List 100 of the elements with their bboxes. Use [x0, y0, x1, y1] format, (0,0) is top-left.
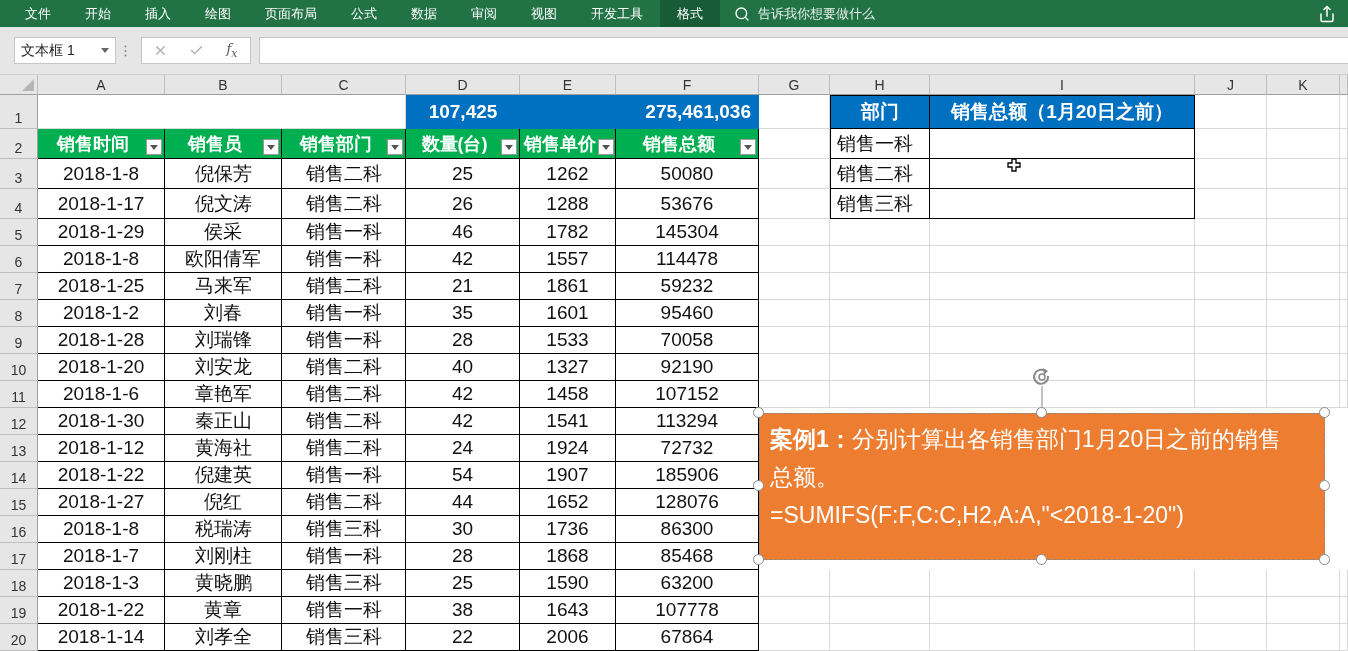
row-number[interactable]: 14 — [0, 462, 38, 489]
table-cell: 59232 — [616, 273, 759, 300]
filter-dropdown-button[interactable] — [387, 139, 403, 155]
filter-dropdown-button[interactable] — [501, 139, 517, 155]
quantity-total: 107,425 — [427, 100, 499, 123]
row-number[interactable]: 8 — [0, 300, 38, 327]
table-cell: 24 — [406, 435, 520, 462]
table-cell: 1262 — [520, 159, 616, 189]
resize-handle-icon[interactable] — [753, 407, 764, 418]
resize-handle-icon[interactable] — [1319, 554, 1330, 565]
table-cell: 销售二科 — [282, 159, 406, 189]
table-cell: 刘安龙 — [165, 354, 282, 381]
column-letter[interactable]: J — [1195, 75, 1267, 95]
ribbon-tab[interactable]: 数据 — [394, 0, 454, 27]
share-icon[interactable] — [1318, 4, 1336, 23]
table-cell: 2018-1-29 — [38, 219, 165, 246]
ribbon-tab[interactable]: 绘图 — [188, 0, 248, 27]
tell-me-field[interactable]: 告诉我你想要做什么 — [756, 5, 896, 22]
table-cell: 销售三科 — [282, 516, 406, 543]
column-letter[interactable]: E — [520, 75, 616, 95]
row-number[interactable]: 20 — [0, 624, 38, 651]
formula-text: =SUMIFS(F:F,C:C,H2,A:A,"<2018-1-20") — [770, 501, 1185, 530]
row-number[interactable]: 16 — [0, 516, 38, 543]
select-all-icon[interactable] — [22, 79, 34, 91]
resize-handle-icon[interactable] — [1036, 407, 1047, 418]
table-cell: 欧阳倩军 — [165, 246, 282, 273]
row-number[interactable]: 7 — [0, 273, 38, 300]
table-cell: 刘春 — [165, 300, 282, 327]
column-letter[interactable]: A — [38, 75, 165, 95]
row-number[interactable]: 2 — [0, 129, 38, 159]
table-cell: 28 — [406, 327, 520, 354]
row-number[interactable]: 15 — [0, 489, 38, 516]
table-cell: 185906 — [616, 462, 759, 489]
filter-dropdown-button[interactable] — [740, 139, 756, 155]
row-number[interactable]: 5 — [0, 219, 38, 246]
name-box[interactable]: 文本框 1 — [14, 37, 116, 64]
ribbon-tab[interactable]: 文件 — [8, 0, 68, 27]
column-header: 部门 — [830, 95, 930, 129]
insert-function-button[interactable]: f$_{x}$ — [224, 41, 240, 60]
ribbon-tab[interactable]: 格式 — [660, 0, 720, 27]
row-number[interactable]: 18 — [0, 570, 38, 597]
row-number[interactable]: 1 — [0, 95, 38, 129]
ribbon-tab[interactable]: 插入 — [128, 0, 188, 27]
table-cell: 销售一科 — [282, 597, 406, 624]
table-cell: 2018-1-17 — [38, 189, 165, 219]
ribbon-tab[interactable]: 审阅 — [454, 0, 514, 27]
column-letter[interactable]: I — [930, 75, 1195, 95]
row-number[interactable]: 10 — [0, 354, 38, 381]
table-cell: 128076 — [616, 489, 759, 516]
table-cell: 42 — [406, 381, 520, 408]
resize-handle-icon[interactable] — [753, 554, 764, 565]
resize-handle-icon[interactable] — [1319, 407, 1330, 418]
row-number[interactable]: 6 — [0, 246, 38, 273]
row-number[interactable]: 13 — [0, 435, 38, 462]
table-cell: 销售一科 — [282, 219, 406, 246]
table-cell: 67864 — [616, 624, 759, 651]
table-cell: 2018-1-8 — [38, 246, 165, 273]
row-number[interactable]: 4 — [0, 189, 38, 219]
ribbon-tab[interactable]: 视图 — [514, 0, 574, 27]
table-cell: 销售三科 — [282, 570, 406, 597]
row-number[interactable]: 3 — [0, 159, 38, 189]
row-number[interactable]: 19 — [0, 597, 38, 624]
row-number[interactable]: 11 — [0, 381, 38, 408]
column-letter[interactable]: H — [830, 75, 930, 95]
table-cell: 刘刚柱 — [165, 543, 282, 570]
table-cell: 1557 — [520, 246, 616, 273]
column-letter[interactable]: B — [165, 75, 282, 95]
table-cell: 销售二科 — [282, 189, 406, 219]
resize-handle-icon[interactable] — [1319, 480, 1330, 491]
caret-icon — [391, 144, 399, 150]
column-letter[interactable]: C — [282, 75, 406, 95]
table-cell: 44 — [406, 489, 520, 516]
row-number[interactable]: 12 — [0, 408, 38, 435]
row-number[interactable]: 9 — [0, 327, 38, 354]
column-letter[interactable]: F — [616, 75, 759, 95]
filter-dropdown-button[interactable] — [598, 139, 614, 155]
column-header: 销售总额（1月20日之前） — [930, 95, 1195, 129]
filter-dropdown-button[interactable] — [263, 139, 279, 155]
column-letter[interactable]: D — [406, 75, 520, 95]
table-cell: 50080 — [616, 159, 759, 189]
header-label: 销售总额 — [641, 132, 716, 156]
caret-icon — [602, 144, 610, 150]
row-number[interactable]: 17 — [0, 543, 38, 570]
table-cell: 25 — [406, 570, 520, 597]
header-label: 销售部门 — [298, 132, 373, 156]
task-text: 案例1：分别计算出各销售部门1月20日之前的销售总额。 — [770, 425, 1283, 492]
table-cell: 销售一科 — [830, 129, 930, 159]
resize-handle-icon[interactable] — [1036, 554, 1047, 565]
ribbon-tab[interactable]: 页面布局 — [248, 0, 334, 27]
ribbon-tab[interactable]: 公式 — [334, 0, 394, 27]
column-letter[interactable]: K — [1267, 75, 1340, 95]
formula-input[interactable] — [259, 37, 1348, 64]
column-header-edge[interactable] — [1340, 75, 1348, 95]
resize-handle-icon[interactable] — [753, 480, 764, 491]
filter-dropdown-button[interactable] — [146, 139, 162, 155]
table-cell: 72732 — [616, 435, 759, 462]
column-letter[interactable]: G — [759, 75, 830, 95]
grip-icon — [124, 44, 127, 57]
ribbon-tab[interactable]: 开始 — [68, 0, 128, 27]
ribbon-tab[interactable]: 开发工具 — [574, 0, 660, 27]
